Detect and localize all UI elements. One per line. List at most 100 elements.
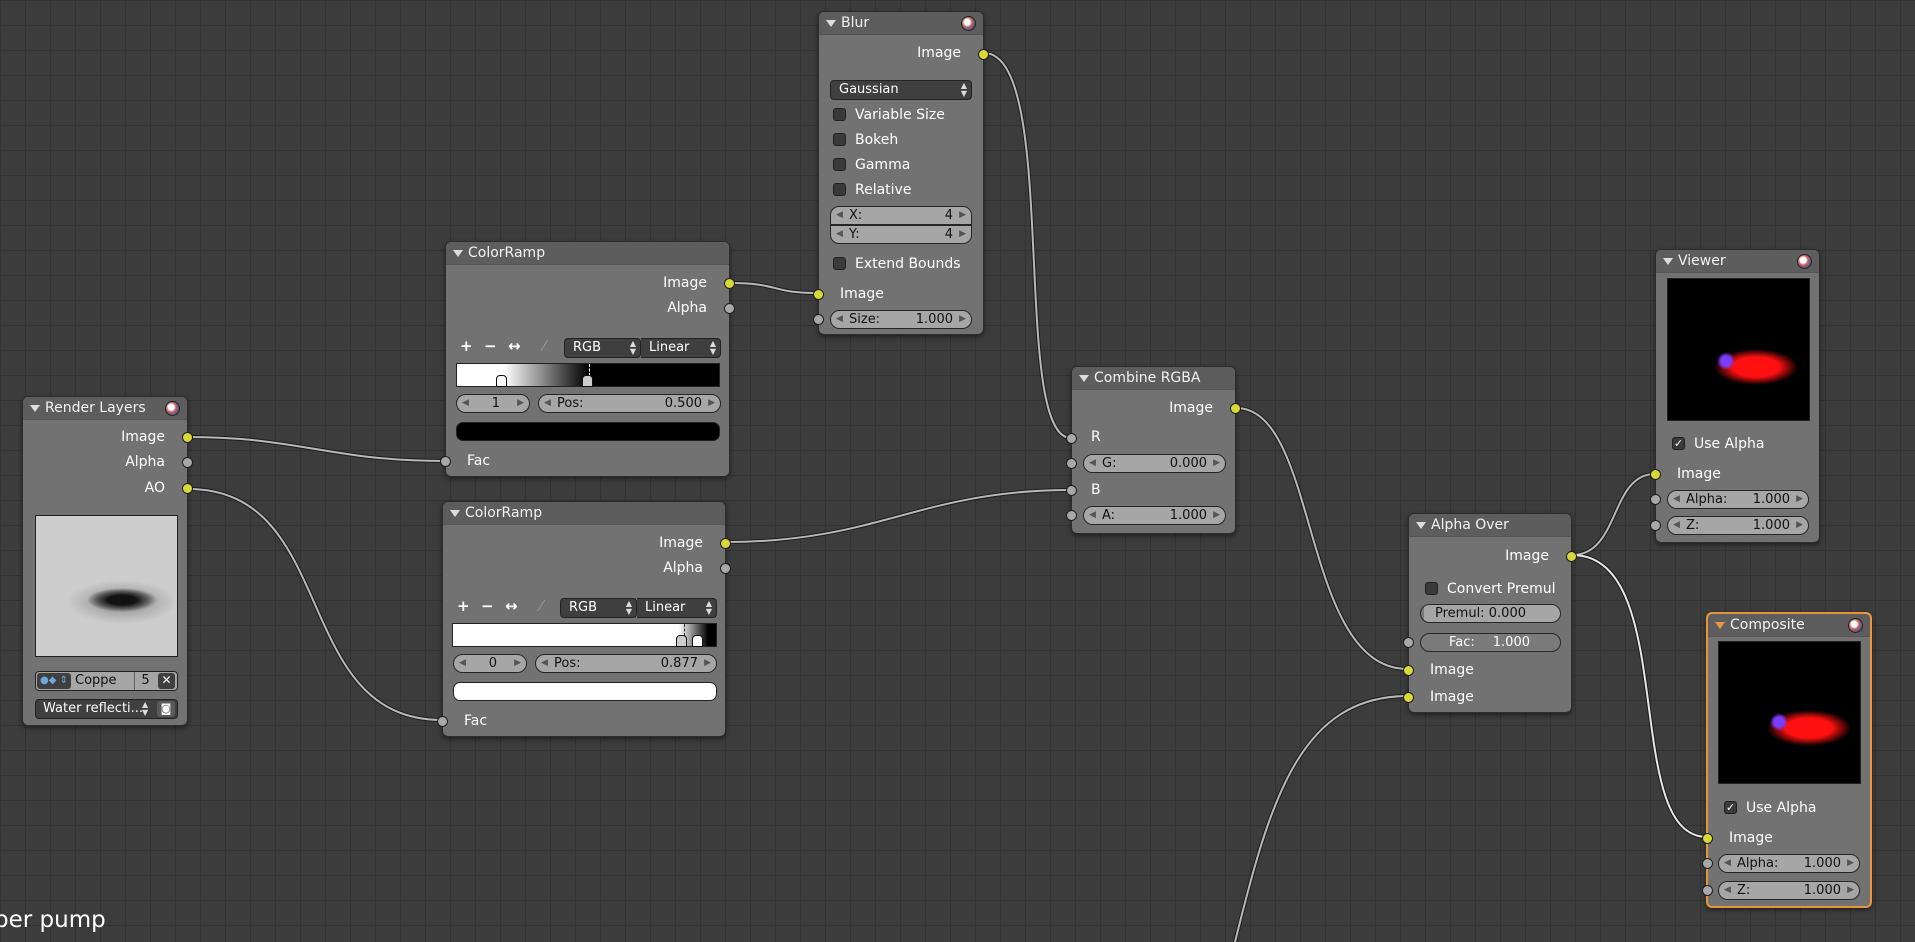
input-socket-r[interactable] [1066, 433, 1077, 444]
alpha-field[interactable]: Alpha:1.000 [1718, 854, 1860, 873]
node-header[interactable]: ColorRamp [443, 502, 725, 525]
flip-ramp-icon[interactable]: ↔ [508, 337, 521, 355]
input-socket-image[interactable] [813, 289, 824, 300]
preview-sphere-icon[interactable] [961, 16, 976, 31]
remove-stop-icon[interactable]: − [484, 337, 497, 355]
ramp-stop-handle[interactable] [496, 375, 507, 387]
input-socket-z[interactable] [1702, 885, 1713, 896]
node-composite[interactable]: Composite ✓Use Alpha Image Alpha:1.000 Z… [1702, 612, 1872, 908]
node-header[interactable]: Alpha Over [1409, 514, 1571, 537]
z-field[interactable]: Z:1.000 [1667, 516, 1809, 535]
preview-sphere-icon[interactable] [165, 401, 180, 416]
add-stop-icon[interactable]: + [460, 337, 473, 355]
collapse-triangle-icon[interactable] [450, 510, 460, 517]
input-socket-fac[interactable] [440, 456, 451, 467]
input-socket-size[interactable] [813, 314, 824, 325]
collapse-triangle-icon[interactable] [1715, 622, 1725, 629]
output-socket-alpha[interactable] [724, 303, 735, 314]
unlink-scene-icon[interactable]: ✕ [158, 673, 175, 689]
node-header[interactable]: Render Layers [23, 397, 187, 420]
fac-field[interactable]: Fac: 1.000 [1420, 633, 1561, 652]
output-socket-image[interactable] [1230, 403, 1241, 414]
blur-x-field[interactable]: X:4 [830, 206, 972, 225]
ramp-stop-handle-active[interactable] [582, 375, 593, 387]
collapse-triangle-icon[interactable] [453, 250, 463, 257]
checkbox-box[interactable] [833, 257, 846, 270]
checkbox-convert-premul[interactable]: Convert Premul [1425, 581, 1555, 597]
input-socket-alpha[interactable] [1702, 858, 1713, 869]
node-viewer[interactable]: Viewer ✓Use Alpha Image Alpha:1.000 Z:1.… [1650, 249, 1820, 543]
node-colorramp-1[interactable]: ColorRamp Image Alpha + − ↔ ⁄ RGB ▲ ▼ Line… [440, 241, 735, 477]
checkbox-box[interactable]: ✓ [1724, 801, 1737, 814]
add-stop-icon[interactable]: + [457, 597, 470, 615]
checkbox-bokeh[interactable]: Bokeh [833, 132, 898, 148]
checkbox-use-alpha[interactable]: ✓ Use Alpha [1672, 436, 1764, 452]
a-field[interactable]: A:1.000 [1083, 506, 1226, 525]
output-socket-alpha[interactable] [182, 457, 193, 468]
checkbox-use-alpha[interactable]: ✓ Use Alpha [1724, 800, 1816, 816]
layer-name[interactable]: Water reflecti... [43, 700, 143, 718]
input-socket-image[interactable] [1650, 469, 1661, 480]
stop-position-field[interactable]: Pos:0.500 [538, 394, 721, 413]
stop-index-field[interactable]: 0 [453, 654, 527, 673]
size-field[interactable]: Size:1.000 [830, 310, 972, 329]
input-socket-alpha[interactable] [1650, 494, 1661, 505]
output-socket-image[interactable] [1566, 551, 1577, 562]
output-socket-alpha[interactable] [720, 563, 731, 574]
color-mode-dropdown[interactable]: RGB ▲ ▼ [560, 598, 637, 618]
eyedropper-icon[interactable]: ⁄ [540, 597, 543, 615]
output-socket-ao[interactable] [182, 483, 193, 494]
interpolation-dropdown[interactable]: Linear ▲ ▼ [637, 598, 717, 618]
scene-icon[interactable]: ●◆ ⇕ [37, 673, 71, 689]
node-combine-rgba[interactable]: Combine RGBA Image R G:0.000 B A:1.000 [1066, 366, 1241, 534]
node-header[interactable]: Viewer [1656, 250, 1819, 273]
input-socket-image-1[interactable] [1403, 665, 1414, 676]
input-socket-b[interactable] [1066, 485, 1077, 496]
node-header[interactable]: ColorRamp [446, 242, 729, 265]
color-mode-dropdown[interactable]: RGB ▲ ▼ [564, 338, 641, 358]
preview-sphere-icon[interactable] [1848, 618, 1863, 633]
input-socket-z[interactable] [1650, 520, 1661, 531]
checkbox-box[interactable] [833, 183, 846, 196]
node-header[interactable]: Combine RGBA [1072, 367, 1235, 390]
scene-selector[interactable]: ●◆ ⇕ Coppe 5 ✕ [35, 671, 178, 691]
input-socket-fac[interactable] [1403, 637, 1414, 648]
stop-color-swatch[interactable] [456, 422, 720, 441]
premul-field[interactable]: Premul: 0.000 [1420, 604, 1561, 623]
filter-type-dropdown[interactable]: Gaussian ▲ ▼ [830, 80, 972, 100]
checkbox-box[interactable] [833, 108, 846, 121]
checkbox-extend-bounds[interactable]: Extend Bounds [833, 256, 961, 272]
checkbox-variable-size[interactable]: Variable Size [833, 107, 945, 123]
output-socket-image[interactable] [182, 432, 193, 443]
input-socket-image-2[interactable] [1403, 692, 1414, 703]
interpolation-dropdown[interactable]: Linear ▲ ▼ [641, 338, 721, 358]
g-field[interactable]: G:0.000 [1083, 454, 1226, 473]
output-socket-image[interactable] [720, 538, 731, 549]
alpha-field[interactable]: Alpha:1.000 [1667, 490, 1809, 509]
collapse-triangle-icon[interactable] [826, 20, 836, 27]
z-field[interactable]: Z:1.000 [1718, 881, 1860, 900]
stop-position-field[interactable]: Pos:0.877 [535, 654, 717, 673]
node-alpha-over[interactable]: Alpha Over Image Convert Premul Premul: 0… [1403, 513, 1577, 713]
render-camera-icon[interactable]: ◙ [157, 701, 175, 717]
scene-name[interactable]: Coppe [75, 672, 117, 690]
output-socket-image[interactable] [978, 49, 989, 60]
flip-ramp-icon[interactable]: ↔ [505, 597, 518, 615]
checkbox-box[interactable] [833, 158, 846, 171]
node-colorramp-2[interactable]: ColorRamp Image Alpha + − ↔ ⁄ RGB ▲ ▼ Line… [437, 501, 731, 737]
input-socket-image[interactable] [1702, 833, 1713, 844]
eyedropper-icon[interactable]: ⁄ [543, 337, 546, 355]
ramp-stop-handle[interactable] [692, 635, 703, 647]
collapse-triangle-icon[interactable] [30, 405, 40, 412]
collapse-triangle-icon[interactable] [1663, 258, 1673, 265]
checkbox-box[interactable] [1425, 582, 1438, 595]
collapse-triangle-icon[interactable] [1079, 375, 1089, 382]
checkbox-gamma[interactable]: Gamma [833, 157, 910, 173]
checkbox-box[interactable] [833, 133, 846, 146]
preview-sphere-icon[interactable] [1797, 254, 1812, 269]
checkbox-relative[interactable]: Relative [833, 182, 911, 198]
output-socket-image[interactable] [724, 278, 735, 289]
stop-color-swatch[interactable] [453, 682, 717, 701]
node-header[interactable]: Blur [819, 12, 983, 35]
checkbox-box[interactable]: ✓ [1672, 437, 1685, 450]
